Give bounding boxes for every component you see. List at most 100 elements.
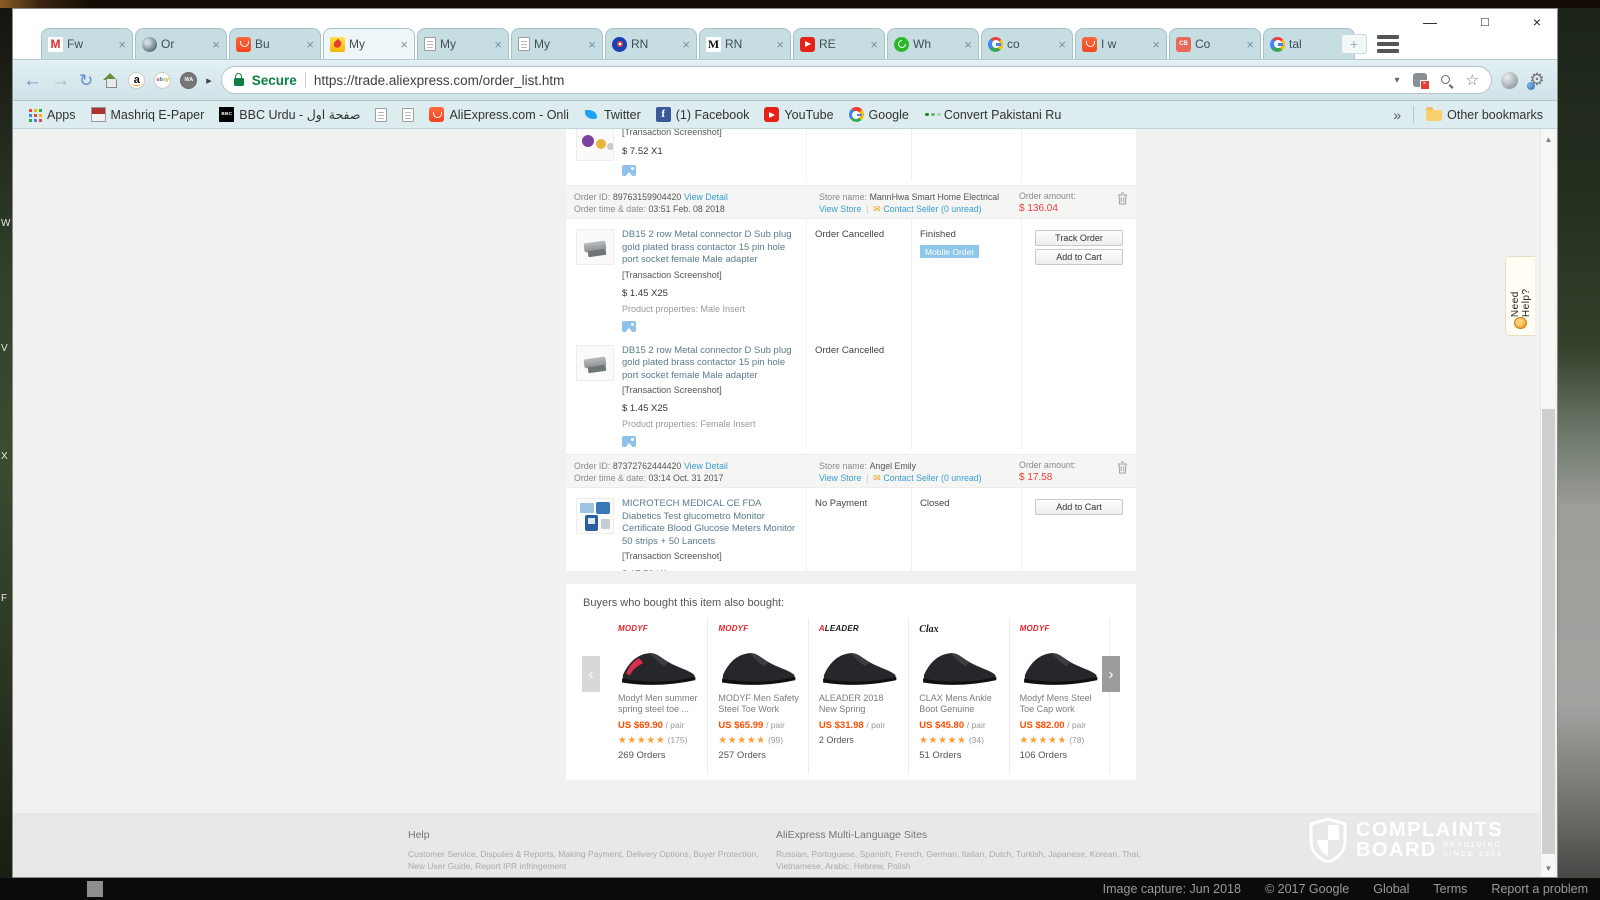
tab-close-icon[interactable]: × bbox=[964, 38, 972, 51]
delete-order-icon[interactable] bbox=[1117, 191, 1128, 208]
product-title[interactable]: MODYF Men Safety Steel Toe Work Sh... bbox=[718, 693, 799, 716]
product-card[interactable]: ClaxCLAX Mens Ankle Boot Genuine Leath..… bbox=[909, 618, 1009, 774]
bookmark-star-icon[interactable]: ☆ bbox=[1466, 73, 1479, 88]
view-detail-link[interactable]: View Detail bbox=[684, 192, 728, 202]
tab-close-icon[interactable]: × bbox=[118, 38, 126, 51]
address-bar[interactable]: Secure https://trade.aliexpress.com/orde… bbox=[221, 66, 1492, 94]
product-card[interactable]: MODYFModyf Mens Steel Toe Cap work Safe.… bbox=[1010, 618, 1110, 774]
track-order-button[interactable]: Track Order bbox=[1035, 230, 1123, 246]
chevron-right-icon[interactable]: ▸ bbox=[206, 74, 212, 87]
delete-order-icon[interactable] bbox=[1117, 460, 1128, 477]
product-title[interactable]: CLAX Mens Ankle Boot Genuine Leath... bbox=[919, 693, 1000, 716]
bookmark-item[interactable]: Apps bbox=[27, 107, 76, 122]
global-link[interactable]: Global bbox=[1373, 882, 1409, 896]
bookmark-item[interactable]: f(1) Facebook bbox=[656, 107, 750, 122]
tab-close-icon[interactable]: × bbox=[776, 38, 784, 51]
view-store-link[interactable]: View Store bbox=[819, 473, 861, 483]
product-title-link[interactable]: DB15 2 row Metal connector D Sub plug go… bbox=[622, 345, 798, 383]
settings-gear-icon[interactable]: ⚙ bbox=[1527, 70, 1547, 90]
browser-extension-icon[interactable] bbox=[1501, 72, 1518, 89]
bookmark-item[interactable]: YouTube bbox=[764, 107, 833, 122]
browser-tab[interactable]: My× bbox=[417, 28, 509, 59]
url-text[interactable]: https://trade.aliexpress.com/order_list.… bbox=[314, 73, 565, 88]
bookmark-item[interactable] bbox=[375, 108, 387, 122]
other-bookmarks-button[interactable]: Other bookmarks bbox=[1426, 108, 1543, 122]
product-thumbnail[interactable] bbox=[576, 129, 614, 161]
tab-close-icon[interactable]: × bbox=[306, 38, 314, 51]
footer-language-links[interactable]: Russian, Portuguese, Spanish, French, Ge… bbox=[776, 848, 1166, 872]
refresh-button[interactable]: ↻ bbox=[79, 72, 93, 89]
photo-icon[interactable] bbox=[622, 165, 636, 176]
need-help-tab[interactable]: Need Help? bbox=[1505, 256, 1535, 336]
product-card[interactable]: MODYFMODYF Men Safety Steel Toe Work Sh.… bbox=[708, 618, 808, 774]
contact-seller-link[interactable]: Contact Seller (0 unread) bbox=[883, 204, 981, 214]
na-shortcut-icon[interactable]: N/A bbox=[180, 72, 197, 89]
bookmark-item[interactable]: Mashriq E-Paper bbox=[91, 107, 205, 122]
photo-icon[interactable] bbox=[622, 436, 636, 447]
tab-close-icon[interactable]: × bbox=[682, 38, 690, 51]
product-title-link[interactable]: MICROTECH MEDICAL CE FDA Diabetics Test … bbox=[622, 498, 798, 548]
browser-tab[interactable]: I w× bbox=[1075, 28, 1167, 59]
product-thumbnail[interactable] bbox=[576, 229, 614, 265]
browser-tab[interactable]: My× bbox=[511, 28, 603, 59]
contact-seller-link[interactable]: Contact Seller (0 unread) bbox=[883, 473, 981, 483]
product-title[interactable]: Modyf Men summer spring steel toe ... bbox=[618, 693, 699, 716]
transaction-screenshot-link[interactable]: [Transaction Screenshot] bbox=[622, 270, 798, 280]
extension-badge-icon[interactable] bbox=[1413, 73, 1427, 87]
browser-tab[interactable]: CBCo× bbox=[1169, 28, 1261, 59]
url-dropdown-icon[interactable]: ▾ bbox=[1395, 75, 1400, 86]
secure-lock-icon[interactable] bbox=[234, 78, 244, 86]
new-tab-button[interactable]: + bbox=[1341, 34, 1367, 54]
tab-close-icon[interactable]: × bbox=[212, 38, 220, 51]
scroll-down-icon[interactable]: ▼ bbox=[1541, 864, 1556, 873]
product-thumbnail[interactable] bbox=[576, 345, 614, 381]
ebay-shortcut-icon[interactable]: ebay bbox=[154, 72, 171, 89]
transaction-screenshot-link[interactable]: [Transaction Screenshot] bbox=[622, 551, 798, 561]
view-store-link[interactable]: View Store bbox=[819, 204, 861, 214]
transaction-screenshot-link[interactable]: [Transaction Screenshot] bbox=[622, 385, 798, 395]
product-title[interactable]: Modyf Mens Steel Toe Cap work Safe... bbox=[1020, 693, 1101, 716]
product-card[interactable]: ALEADERALEADER 2018 New Spring Men&#39;s… bbox=[809, 618, 909, 774]
tab-close-icon[interactable]: × bbox=[400, 38, 408, 51]
tab-close-icon[interactable]: × bbox=[588, 38, 596, 51]
browser-tab[interactable]: MFw× bbox=[41, 28, 133, 59]
bookmark-item[interactable] bbox=[402, 108, 414, 122]
close-button[interactable]: × bbox=[1533, 15, 1541, 29]
tab-close-icon[interactable]: × bbox=[1058, 38, 1066, 51]
zoom-search-icon[interactable] bbox=[1440, 74, 1453, 87]
browser-tab[interactable]: Bu× bbox=[229, 28, 321, 59]
terms-link[interactable]: Terms bbox=[1433, 882, 1467, 896]
add-to-cart-button[interactable]: Add to Cart bbox=[1035, 249, 1123, 265]
bookmark-item[interactable]: Twitter bbox=[584, 107, 641, 122]
tab-close-icon[interactable]: × bbox=[1152, 38, 1160, 51]
browser-tab[interactable]: RN× bbox=[605, 28, 697, 59]
footer-help-links[interactable]: Customer Service, Disputes & Reports, Ma… bbox=[408, 848, 768, 872]
tab-close-icon[interactable]: × bbox=[494, 38, 502, 51]
carousel-prev-button[interactable]: ‹ bbox=[582, 656, 600, 692]
bookmarks-overflow-icon[interactable]: » bbox=[1393, 107, 1401, 123]
browser-tab[interactable]: Or× bbox=[135, 28, 227, 59]
scrollbar-thumb[interactable] bbox=[1542, 409, 1555, 854]
minimize-button[interactable]: — bbox=[1423, 15, 1437, 29]
product-card[interactable]: MODYFModyf Men summer spring steel toe .… bbox=[608, 618, 708, 774]
product-thumbnail[interactable] bbox=[576, 498, 614, 534]
scroll-up-icon[interactable]: ▲ bbox=[1541, 135, 1556, 144]
vertical-scrollbar[interactable]: ▲ ▼ bbox=[1540, 129, 1555, 878]
tab-close-icon[interactable]: × bbox=[870, 38, 878, 51]
browser-tab[interactable]: RE× bbox=[793, 28, 885, 59]
report-problem-link[interactable]: Report a problem bbox=[1491, 882, 1588, 896]
tab-list-menu-icon[interactable] bbox=[1377, 35, 1399, 53]
tab-close-icon[interactable]: × bbox=[1246, 38, 1254, 51]
transaction-screenshot-link[interactable]: [Transaction Screenshot] bbox=[622, 129, 798, 137]
forward-button[interactable]: → bbox=[51, 71, 70, 90]
photo-icon[interactable] bbox=[622, 321, 636, 332]
browser-tab[interactable]: My× bbox=[323, 28, 415, 59]
home-button-icon[interactable] bbox=[102, 73, 119, 88]
view-detail-link[interactable]: View Detail bbox=[684, 461, 728, 471]
add-to-cart-button[interactable]: Add to Cart bbox=[1035, 499, 1123, 515]
browser-tab[interactable]: Wh× bbox=[887, 28, 979, 59]
back-button[interactable]: ← bbox=[23, 71, 42, 90]
bookmark-item[interactable]: Convert Pakistani Ru bbox=[924, 107, 1061, 122]
bookmark-item[interactable]: Google bbox=[849, 107, 909, 122]
product-title-link[interactable]: DB15 2 row Metal connector D Sub plug go… bbox=[622, 229, 798, 267]
